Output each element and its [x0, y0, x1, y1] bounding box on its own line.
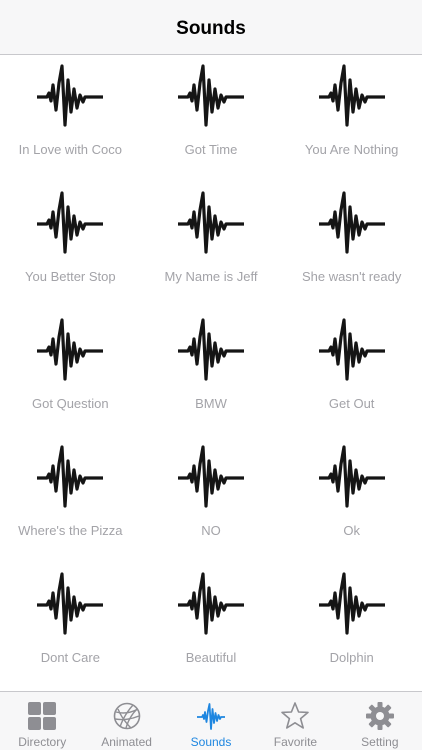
waveform-icon	[177, 445, 244, 508]
sounds-grid: In Love with Coco Got Time You Are Nothi…	[0, 55, 422, 691]
waveform-icon	[318, 191, 385, 254]
sound-item[interactable]: Dont Care	[0, 563, 141, 690]
waveform-icon	[37, 191, 104, 254]
waveform-icon	[177, 318, 244, 381]
grid-icon	[28, 702, 57, 730]
sound-label: BMW	[195, 396, 227, 411]
gear-icon	[365, 702, 394, 730]
waveform-icon	[318, 445, 385, 508]
tab-directory[interactable]: Directory	[0, 692, 84, 750]
sound-label: You Are Nothing	[304, 142, 399, 157]
tab-favorite[interactable]: Favorite	[253, 692, 337, 750]
sound-label: Get Out	[328, 396, 375, 411]
sound-item[interactable]: NO	[141, 436, 282, 563]
tab-label: Sounds	[190, 735, 232, 749]
sound-label: Where's the Pizza	[18, 523, 123, 538]
sound-item[interactable]: Get Out	[281, 309, 422, 436]
star-icon	[281, 702, 310, 729]
waveform-icon	[177, 191, 244, 254]
waveform-icon	[37, 572, 104, 635]
tab-label: Setting	[361, 735, 399, 749]
tab-setting[interactable]: Setting	[338, 692, 422, 750]
waveform-icon	[37, 318, 104, 381]
waveform-icon	[37, 445, 104, 508]
sound-label: Beautiful	[185, 650, 237, 665]
sound-label: Got Time	[184, 142, 238, 157]
tab-label: Favorite	[273, 735, 318, 749]
waveform-icon	[177, 64, 244, 127]
tab-bar: Directory Animated Sounds Favorite Setti…	[0, 691, 422, 750]
globe-icon	[113, 702, 140, 730]
waveform-icon	[318, 64, 385, 127]
sound-label: NO	[201, 523, 221, 538]
sound-item[interactable]: BMW	[141, 309, 282, 436]
sound-item[interactable]: You Better Stop	[0, 182, 141, 309]
tab-sounds[interactable]: Sounds	[169, 692, 253, 750]
sound-label: Dont Care	[40, 650, 100, 665]
sound-label: Ok	[343, 523, 360, 538]
sound-label: My Name is Jeff	[164, 269, 258, 284]
waveform-icon	[318, 572, 385, 635]
sound-item[interactable]: In Love with Coco	[0, 55, 141, 182]
sound-item[interactable]: Where's the Pizza	[0, 436, 141, 563]
waveform-icon	[177, 572, 244, 635]
sound-item[interactable]: Got Question	[0, 309, 141, 436]
sound-label: Dolphin	[329, 650, 374, 665]
sound-label: In Love with Coco	[18, 142, 122, 157]
tab-animated[interactable]: Animated	[84, 692, 168, 750]
sound-label: She wasn't ready	[302, 269, 402, 284]
sound-item[interactable]: My Name is Jeff	[141, 182, 282, 309]
page-title: Sounds	[176, 17, 246, 39]
waveform-icon	[197, 703, 226, 730]
tab-label: Directory	[18, 735, 67, 749]
sound-item[interactable]: Dolphin	[281, 563, 422, 690]
sound-label: Got Question	[32, 396, 109, 411]
sound-label: You Better Stop	[25, 269, 116, 284]
sound-item[interactable]: Got Time	[141, 55, 282, 182]
sound-item[interactable]: Beautiful	[141, 563, 282, 690]
waveform-icon	[318, 318, 385, 381]
tab-label: Animated	[101, 735, 152, 749]
sound-item[interactable]: You Are Nothing	[281, 55, 422, 182]
sound-item[interactable]: She wasn't ready	[281, 182, 422, 309]
sound-item[interactable]: Ok	[281, 436, 422, 563]
navigation-bar: Sounds	[0, 0, 422, 55]
waveform-icon	[37, 64, 104, 127]
